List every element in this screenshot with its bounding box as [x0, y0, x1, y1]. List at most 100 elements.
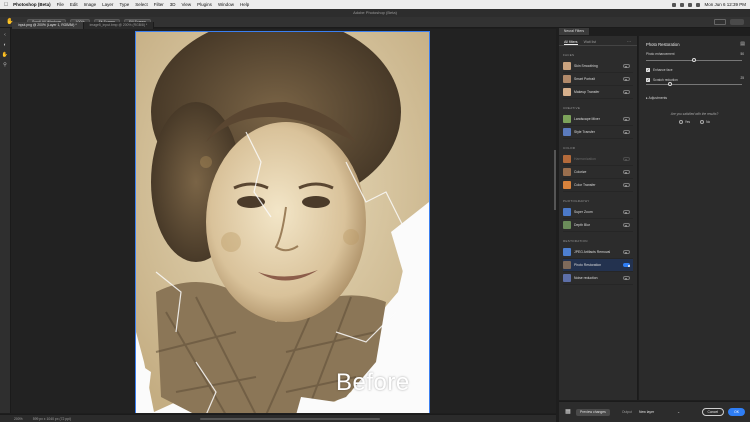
search-icon[interactable] [688, 2, 693, 7]
ok-button[interactable]: OK [728, 408, 745, 416]
slider-track[interactable] [646, 84, 742, 85]
enhance-face-checkbox[interactable]: ✓ [646, 68, 650, 72]
hand-tool-icon[interactable]: ✋ [2, 52, 8, 58]
menu-plugins[interactable]: Plugins [197, 2, 212, 7]
yes-label: Yes [684, 120, 691, 124]
filter-section-title: RESTORATION [563, 239, 588, 243]
filter-item[interactable]: Smart Portrait [563, 73, 633, 86]
apple-icon[interactable]:  [4, 2, 8, 8]
neural-filters-list: All filters Wait list ⋯ FACES Skin Smooth… [559, 36, 638, 400]
filter-sections: FACES Skin Smoothing Smart Portrait Makeup … [559, 46, 637, 285]
menu-window[interactable]: Window [218, 2, 234, 7]
menu-3d[interactable]: 3D [170, 2, 176, 7]
tab-image5-input[interactable]: image5_input.bmp @ 200% (RGB/8) * [83, 22, 155, 29]
more-options-icon[interactable]: ⋯ [627, 39, 631, 44]
scratch-reduction-checkbox-row[interactable]: ✓ Scratch reduction [646, 76, 743, 84]
tab-wait-list[interactable]: Wait list [584, 40, 596, 45]
filter-item-label: Style Transfer [574, 130, 595, 134]
photo-enhancement-slider[interactable]: Photo enhancement 50 [639, 52, 750, 66]
menu-filter[interactable]: Filter [154, 2, 164, 7]
menubar-status-area: Mon Jun 6 12:39 PM [672, 2, 746, 7]
wifi-icon[interactable] [672, 2, 677, 7]
scratch-reduction-value[interactable]: 25 [740, 76, 744, 80]
filter-item[interactable]: Landscape Mixer [563, 113, 633, 126]
radio-icon[interactable] [678, 120, 683, 124]
menu-file[interactable]: File [57, 2, 64, 7]
menu-view[interactable]: View [181, 2, 191, 7]
filter-item[interactable]: Photo Restoration [563, 259, 633, 272]
scratch-reduction-slider[interactable]: ✓ Scratch reduction 25 [639, 76, 750, 90]
share-button[interactable] [730, 19, 744, 25]
filter-toggle[interactable] [623, 64, 630, 68]
filter-toggle[interactable] [623, 130, 630, 134]
filter-toggle[interactable] [623, 157, 630, 161]
filter-item[interactable]: Super Zoom [563, 206, 633, 219]
menu-edit[interactable]: Edit [70, 2, 78, 7]
filter-item[interactable]: Style Transfer [563, 126, 633, 139]
photo-enhancement-label: Photo enhancement [646, 52, 675, 56]
filter-toggle[interactable] [623, 276, 630, 280]
slider-knob[interactable] [692, 58, 696, 62]
search-icon[interactable] [714, 19, 726, 25]
menu-image[interactable]: Image [84, 2, 97, 7]
battery-icon[interactable] [680, 2, 685, 7]
filter-item-label: Makeup Transfer [574, 90, 600, 94]
adjustments-label: Adjustments [648, 96, 668, 100]
neural-filters-panel-tab[interactable]: Neural Filters [559, 28, 589, 35]
menubar-clock[interactable]: Mon Jun 6 12:39 PM [704, 2, 746, 7]
control-center-icon[interactable] [696, 2, 701, 7]
preview-changes-button[interactable]: Preview changes [576, 408, 610, 416]
filter-toggle[interactable] [623, 263, 630, 267]
satisfaction-question: Are you satisfied with the results? [670, 112, 719, 116]
yes-option[interactable]: Yes [678, 120, 691, 124]
status-zoom[interactable]: 200% [14, 417, 23, 421]
filter-item[interactable]: Harmonization [563, 153, 633, 166]
menu-select[interactable]: Select [135, 2, 148, 7]
no-option[interactable]: No [700, 120, 710, 124]
menu-type[interactable]: Type [119, 2, 129, 7]
tab-input-png[interactable]: input.png @ 200% (Layer 1, RGB/8#) * [12, 22, 84, 29]
filter-toggle[interactable] [623, 223, 630, 227]
panel-options-icon[interactable]: ▤ [740, 41, 745, 47]
canvas-horizontal-scrollbar[interactable] [200, 418, 380, 420]
photo-enhancement-value[interactable]: 50 [740, 52, 744, 56]
filter-toggle[interactable] [623, 183, 630, 187]
filter-toggle[interactable] [623, 77, 630, 81]
zoom-tool-icon[interactable]: ⚲ [3, 62, 7, 68]
filter-thumbnail [563, 115, 571, 123]
scratch-reduction-checkbox[interactable]: ✓ [646, 78, 650, 82]
filter-item[interactable]: Colorize [563, 166, 633, 179]
filter-toggle[interactable] [623, 117, 630, 121]
filter-thumbnail [563, 221, 571, 229]
filter-item[interactable]: Noise reduction [563, 272, 633, 285]
adjustments-disclosure[interactable]: ▸ Adjustments [639, 90, 750, 106]
output-select[interactable]: New layer ⌄ [636, 409, 682, 416]
filter-toggle[interactable] [623, 210, 630, 214]
status-doc-size[interactable]: 599 px x 1040 px (72 ppi) [33, 417, 71, 421]
neural-filters-footer: ▦ Preview changes Output New layer ⌄ Can… [559, 401, 750, 422]
slider-knob[interactable] [668, 82, 672, 86]
cancel-button[interactable]: Cancel [701, 408, 725, 416]
history-brush-icon[interactable]: ◐ [3, 42, 6, 48]
document-canvas[interactable]: Before [11, 29, 556, 413]
tab-all-filters[interactable]: All filters [564, 40, 578, 45]
filter-item[interactable]: Makeup Transfer [563, 86, 633, 99]
layers-icon[interactable]: ▦ [564, 408, 572, 416]
filter-item[interactable]: JPEG Artifacts Removal [563, 246, 633, 259]
menu-help[interactable]: Help [240, 2, 249, 7]
filter-item[interactable]: Skin Smoothing [563, 60, 633, 73]
filter-toggle[interactable] [623, 90, 630, 94]
filter-item-label: Color Transfer [574, 183, 596, 187]
radio-icon[interactable] [700, 120, 705, 124]
enhance-face-checkbox-row[interactable]: ✓ Enhance face [639, 66, 750, 74]
filter-toggle[interactable] [623, 170, 630, 174]
filter-item[interactable]: Depth Blur [563, 219, 633, 232]
collapse-icon[interactable]: ‹ [4, 32, 6, 38]
filter-thumbnail [563, 208, 571, 216]
filter-item-label: JPEG Artifacts Removal [574, 250, 611, 254]
filter-toggle[interactable] [623, 250, 630, 254]
filter-item[interactable]: Color Transfer [563, 179, 633, 192]
canvas-vertical-scrollbar[interactable] [554, 150, 556, 210]
menu-layer[interactable]: Layer [102, 2, 113, 7]
menu-app-name[interactable]: Photoshop (Beta) [13, 2, 51, 7]
